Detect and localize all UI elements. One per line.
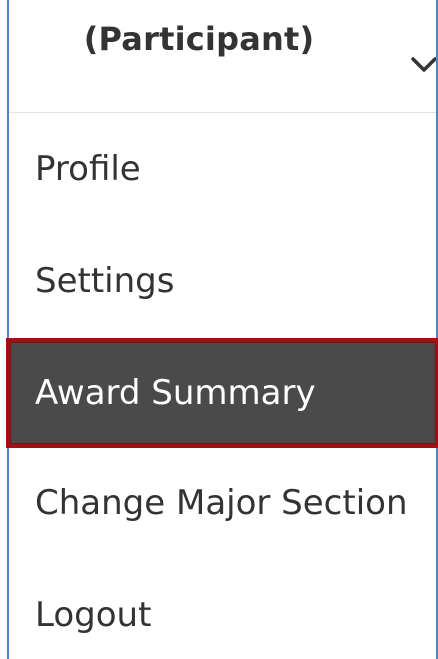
menu-item-settings[interactable]: Settings	[9, 226, 436, 336]
chevron-down-icon[interactable]	[410, 52, 436, 76]
menu-header[interactable]: (Participant)	[9, 0, 436, 113]
menu-item-change-major-section[interactable]: Change Major Section	[9, 448, 436, 558]
menu-item-award-summary[interactable]: Award Summary	[6, 338, 438, 448]
user-dropdown-menu: (Participant) Profile Settings Award Sum…	[6, 0, 438, 659]
menu-item-profile[interactable]: Profile	[9, 114, 436, 224]
user-role-label: (Participant)	[83, 20, 315, 58]
menu-item-logout[interactable]: Logout	[9, 560, 436, 659]
